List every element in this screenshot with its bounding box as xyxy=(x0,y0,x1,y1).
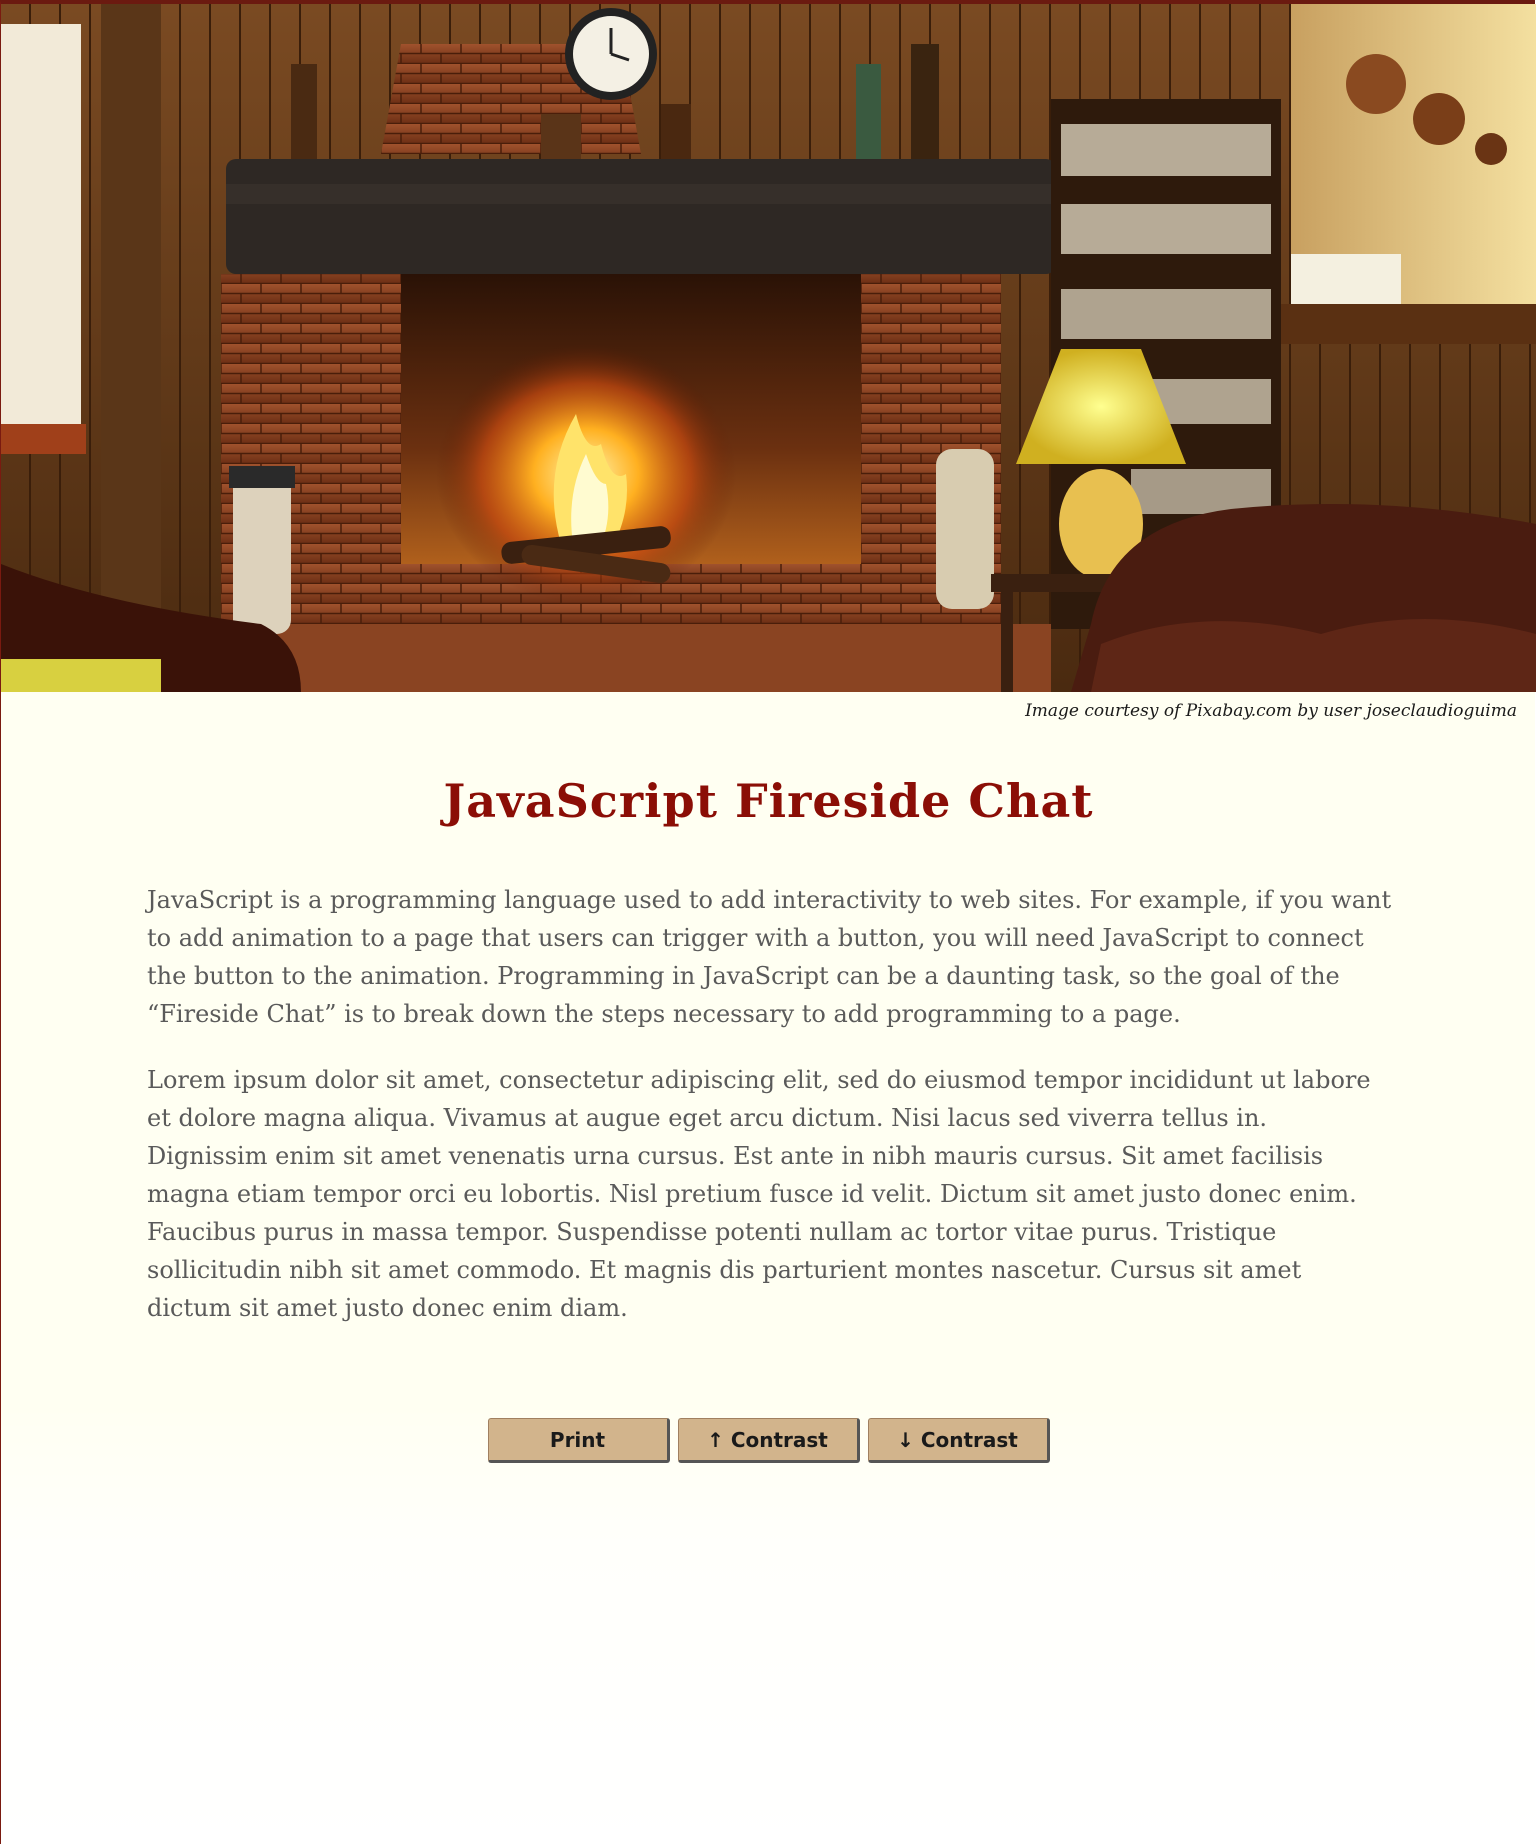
lorem-paragraph: Lorem ipsum dolor sit amet, consectetur … xyxy=(147,1066,1371,1322)
article-body: JavaScript is a programming language use… xyxy=(147,881,1392,1355)
hero-image xyxy=(1,4,1536,692)
credit-user: joseclaudioguima xyxy=(1366,701,1517,721)
page-title: JavaScript Fireside Chat xyxy=(443,774,1094,828)
image-credit: Image courtesy of Pixabay.com by user jo… xyxy=(1025,701,1517,721)
credit-prefix: Image courtesy of xyxy=(1025,701,1186,721)
credit-middle: by user xyxy=(1292,701,1367,721)
page: Image courtesy of Pixabay.com by user jo… xyxy=(0,0,1536,1844)
intro-paragraph: JavaScript is a programming language use… xyxy=(147,886,1392,1028)
decrease-contrast-button[interactable]: ↓ Contrast xyxy=(867,1418,1050,1463)
credit-source: Pixabay.com xyxy=(1185,701,1293,721)
increase-contrast-button[interactable]: ↑ Contrast xyxy=(677,1418,860,1463)
print-button[interactable]: Print xyxy=(487,1418,670,1463)
fireplace-illustration xyxy=(1,4,1536,692)
button-bar: Print ↑ Contrast ↓ Contrast xyxy=(1,1418,1536,1463)
